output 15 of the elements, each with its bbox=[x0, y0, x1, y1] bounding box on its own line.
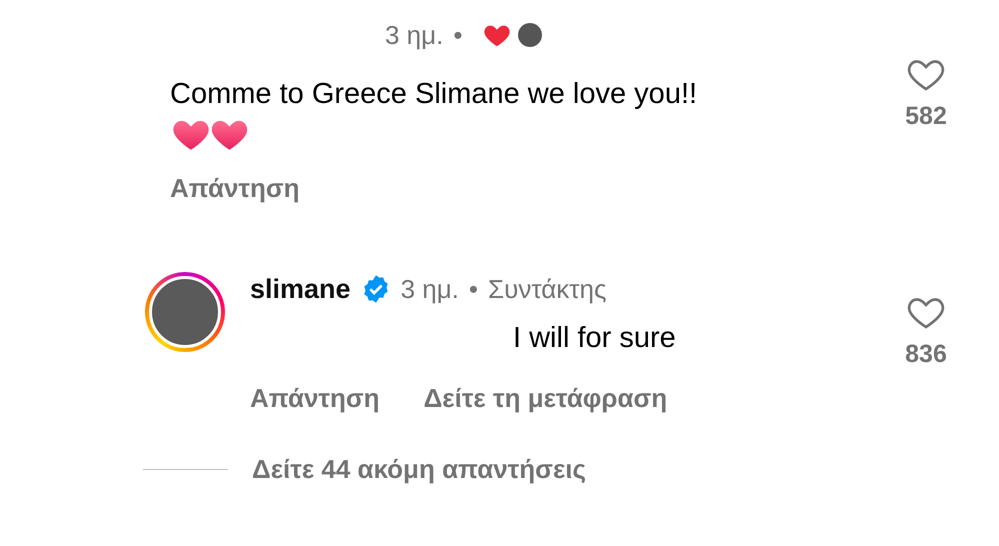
username[interactable]: slimane bbox=[250, 274, 351, 304]
comment-text: I will for sure bbox=[512, 322, 677, 355]
comment-action-link[interactable]: Απάντηση bbox=[170, 173, 300, 204]
comment-time: 3 ημ. bbox=[400, 274, 459, 304]
like-count: 836 bbox=[905, 340, 947, 369]
comment-time: 3 ημ. bbox=[385, 20, 444, 50]
separator-dot: • bbox=[468, 274, 478, 304]
comment-text: Comme to Greece Slimane we love you!! bbox=[170, 78, 698, 111]
comment-action-link[interactable]: Απάντηση bbox=[250, 383, 380, 414]
view-more-replies-link[interactable]: Δείτε 44 ακόμη απαντήσεις bbox=[252, 454, 586, 485]
author-role: Συντάκτης bbox=[488, 274, 607, 304]
author-avatar bbox=[518, 23, 542, 47]
like-count: 582 bbox=[905, 102, 947, 131]
separator-dot: • bbox=[453, 20, 462, 50]
comment-action-link[interactable]: Δείτε τη μετάφραση bbox=[424, 383, 668, 414]
